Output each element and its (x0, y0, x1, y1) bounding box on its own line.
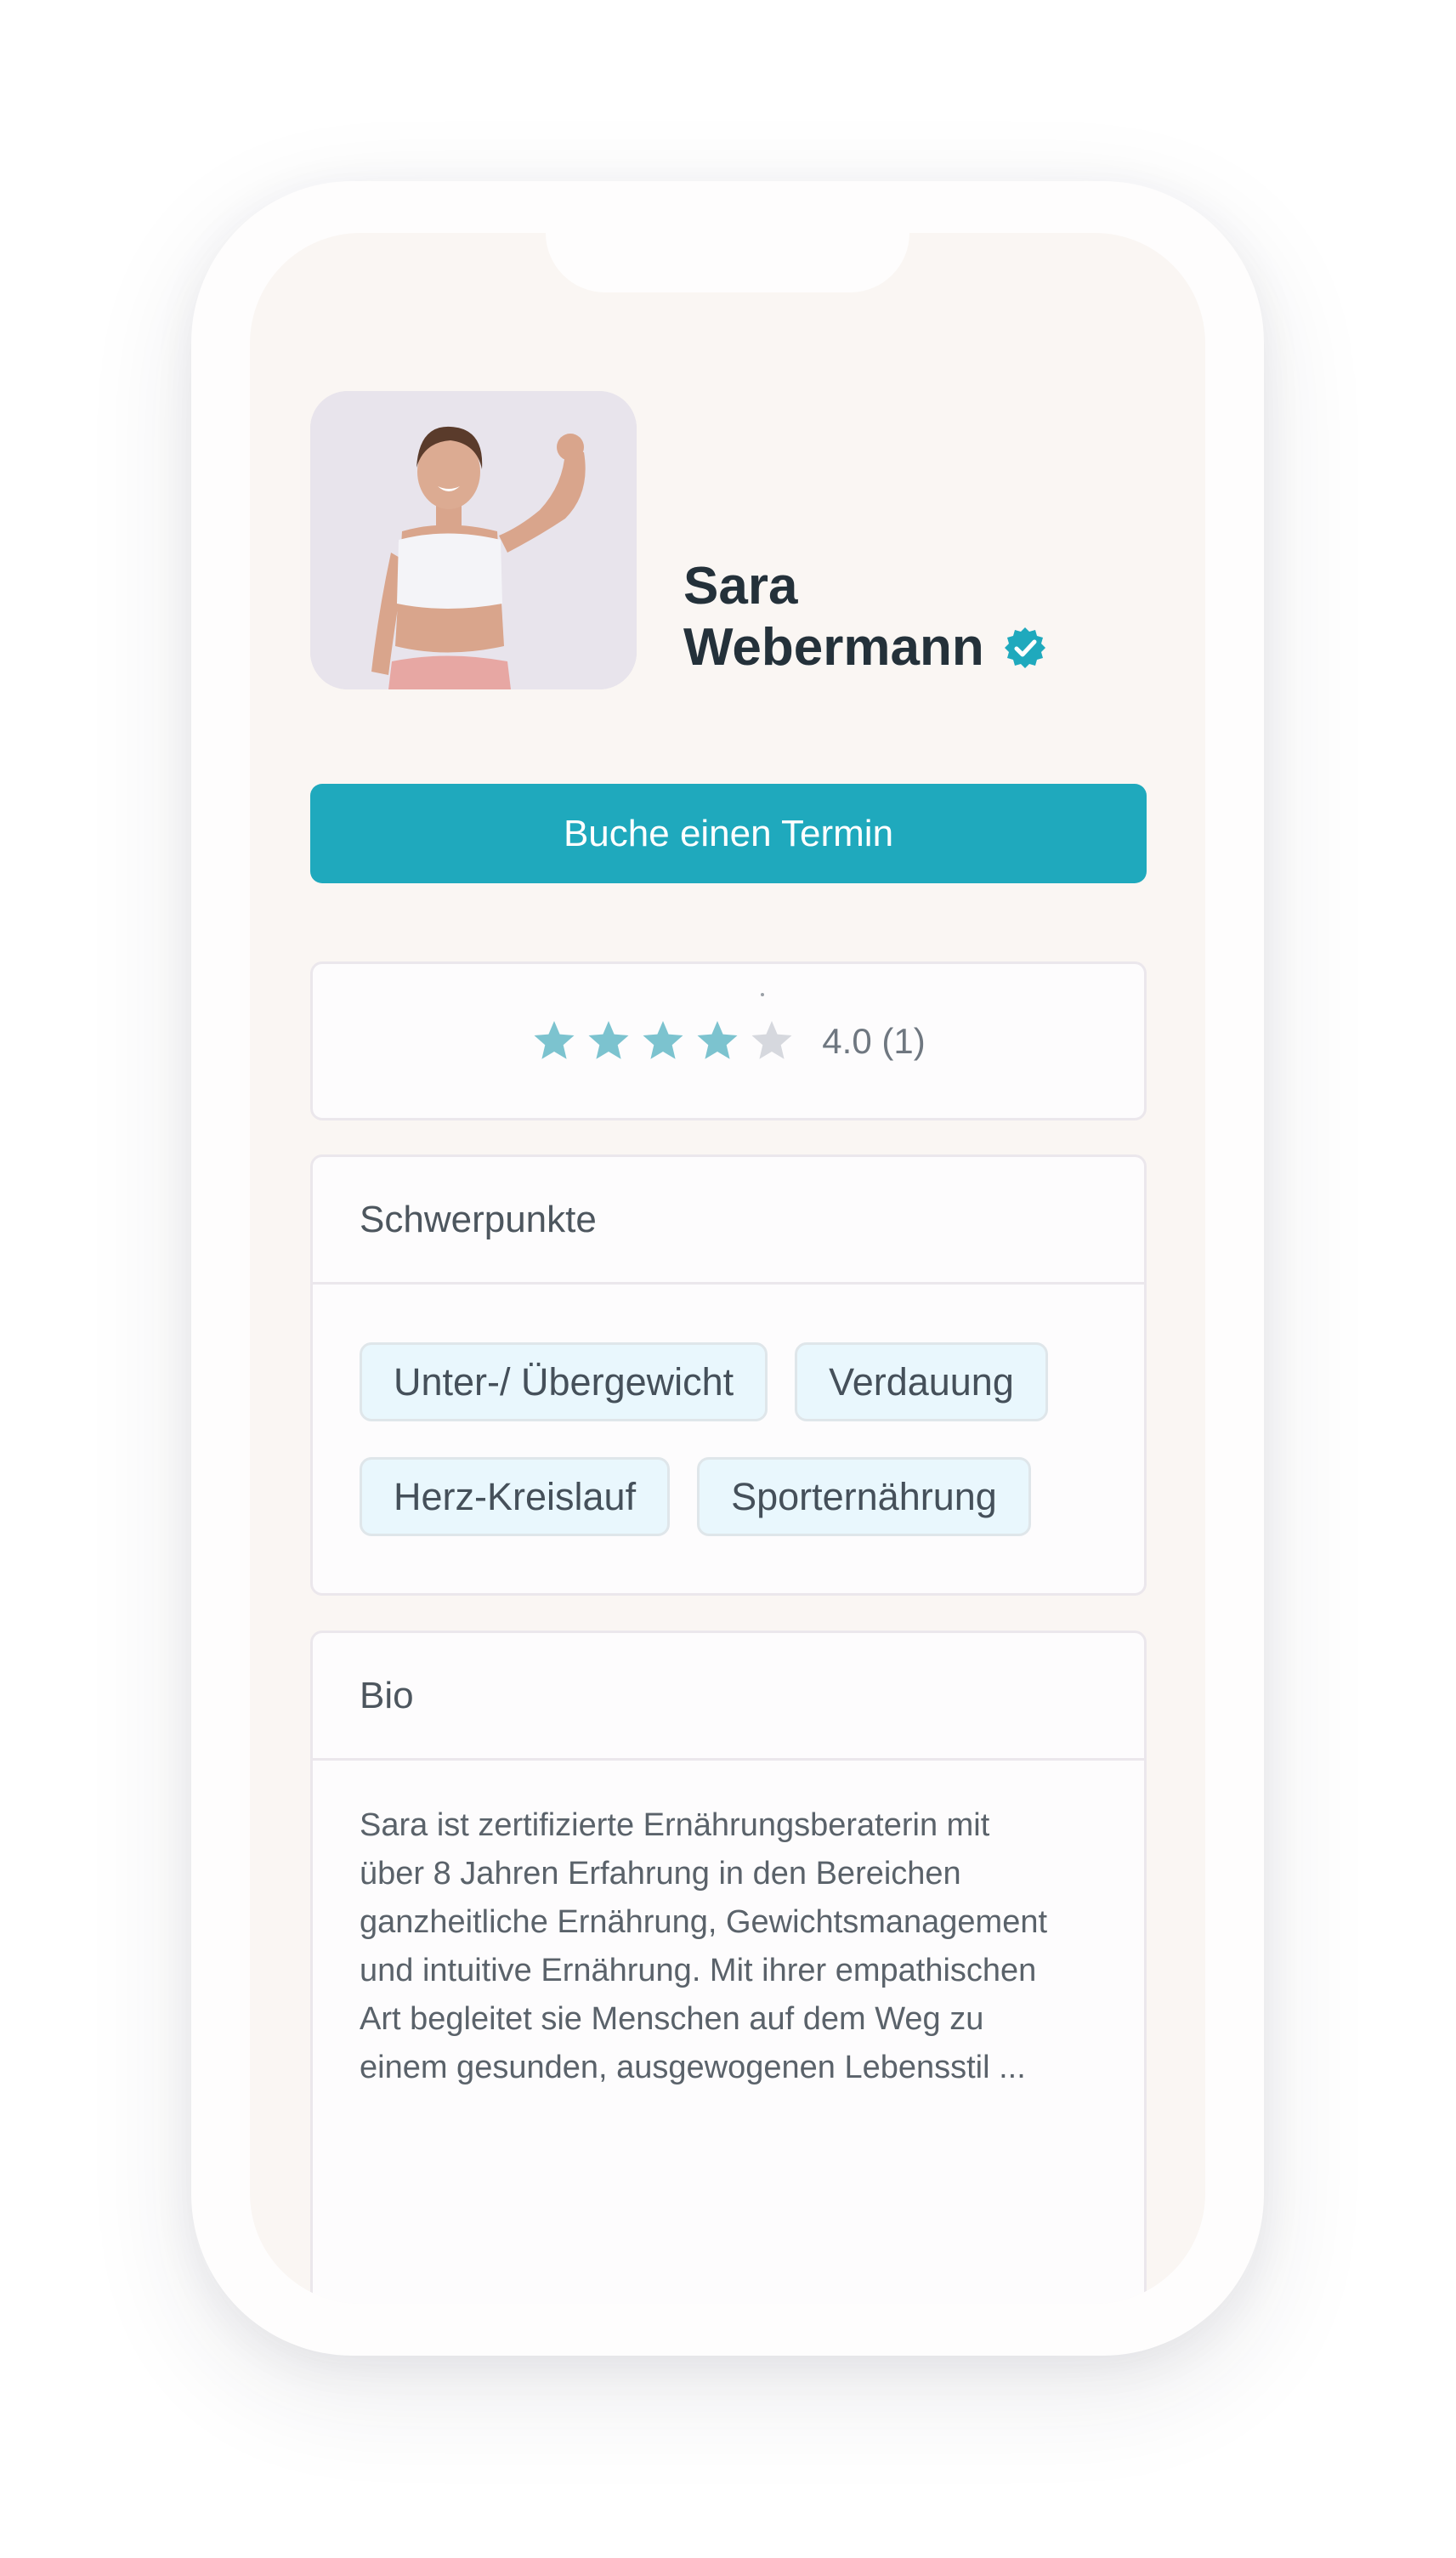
bio-line: über 8 Jahren Erfahrung in den Bereichen (360, 1856, 961, 1892)
profile-name: Sara Webermann (683, 556, 1047, 678)
focus-areas-title: Schwerpunkte (313, 1157, 1144, 1285)
bio-line: Sara ist zertifizierte Ernährungsberater… (360, 1807, 990, 1843)
star-filled-icon (588, 1020, 629, 1059)
star-filled-icon (643, 1020, 683, 1059)
bio-line: Art begleitet sie Menschen auf dem Weg z… (360, 2001, 984, 2037)
focus-areas-card: Schwerpunkte Unter-/ Übergewicht Verdauu… (310, 1154, 1147, 1596)
rating-label: 4.0 (1) (822, 1020, 926, 1061)
profile-last-name: Webermann (683, 618, 984, 677)
focus-tag: Sporternährung (697, 1457, 1031, 1536)
avatar (310, 391, 637, 689)
focus-tag: Verdauung (795, 1342, 1048, 1421)
bio-text: Sara ist zertifizierte Ernährungsberater… (313, 1761, 1144, 2123)
rating-card: 4.0 (1) (310, 961, 1147, 1120)
book-appointment-button[interactable]: Buche einen Termin (310, 784, 1147, 883)
bio-card: Bio Sara ist zertifizierte Ernährungsber… (310, 1631, 1147, 2304)
verified-badge-icon (1004, 627, 1045, 668)
app-screen: Sara Webermann Buche einen Termin 4.0 (1… (250, 233, 1205, 2304)
bio-line: einem gesunden, ausgewogenen Lebensstil … (360, 2050, 1026, 2085)
bio-line: und intuitive Ernährung. Mit ihrer empat… (360, 1953, 1037, 1988)
bio-title: Bio (313, 1633, 1144, 1761)
bio-line: ganzheitliche Ernährung, Gewichtsmanagem… (360, 1904, 1048, 1940)
phone-notch (546, 233, 909, 292)
focus-tag: Unter-/ Übergewicht (360, 1342, 768, 1421)
profile-photo-illustration (310, 391, 637, 689)
rating-stars (531, 1018, 795, 1064)
focus-tag: Herz-Kreislauf (360, 1457, 671, 1536)
focus-tags: Unter-/ Übergewicht Verdauung Herz-Kreis… (313, 1285, 1112, 1536)
star-filled-icon (534, 1020, 575, 1059)
rating-row: 4.0 (1) (313, 964, 1144, 1118)
star-empty-icon (751, 1020, 792, 1059)
profile-first-name: Sara (683, 557, 798, 615)
star-filled-icon (697, 1020, 738, 1059)
